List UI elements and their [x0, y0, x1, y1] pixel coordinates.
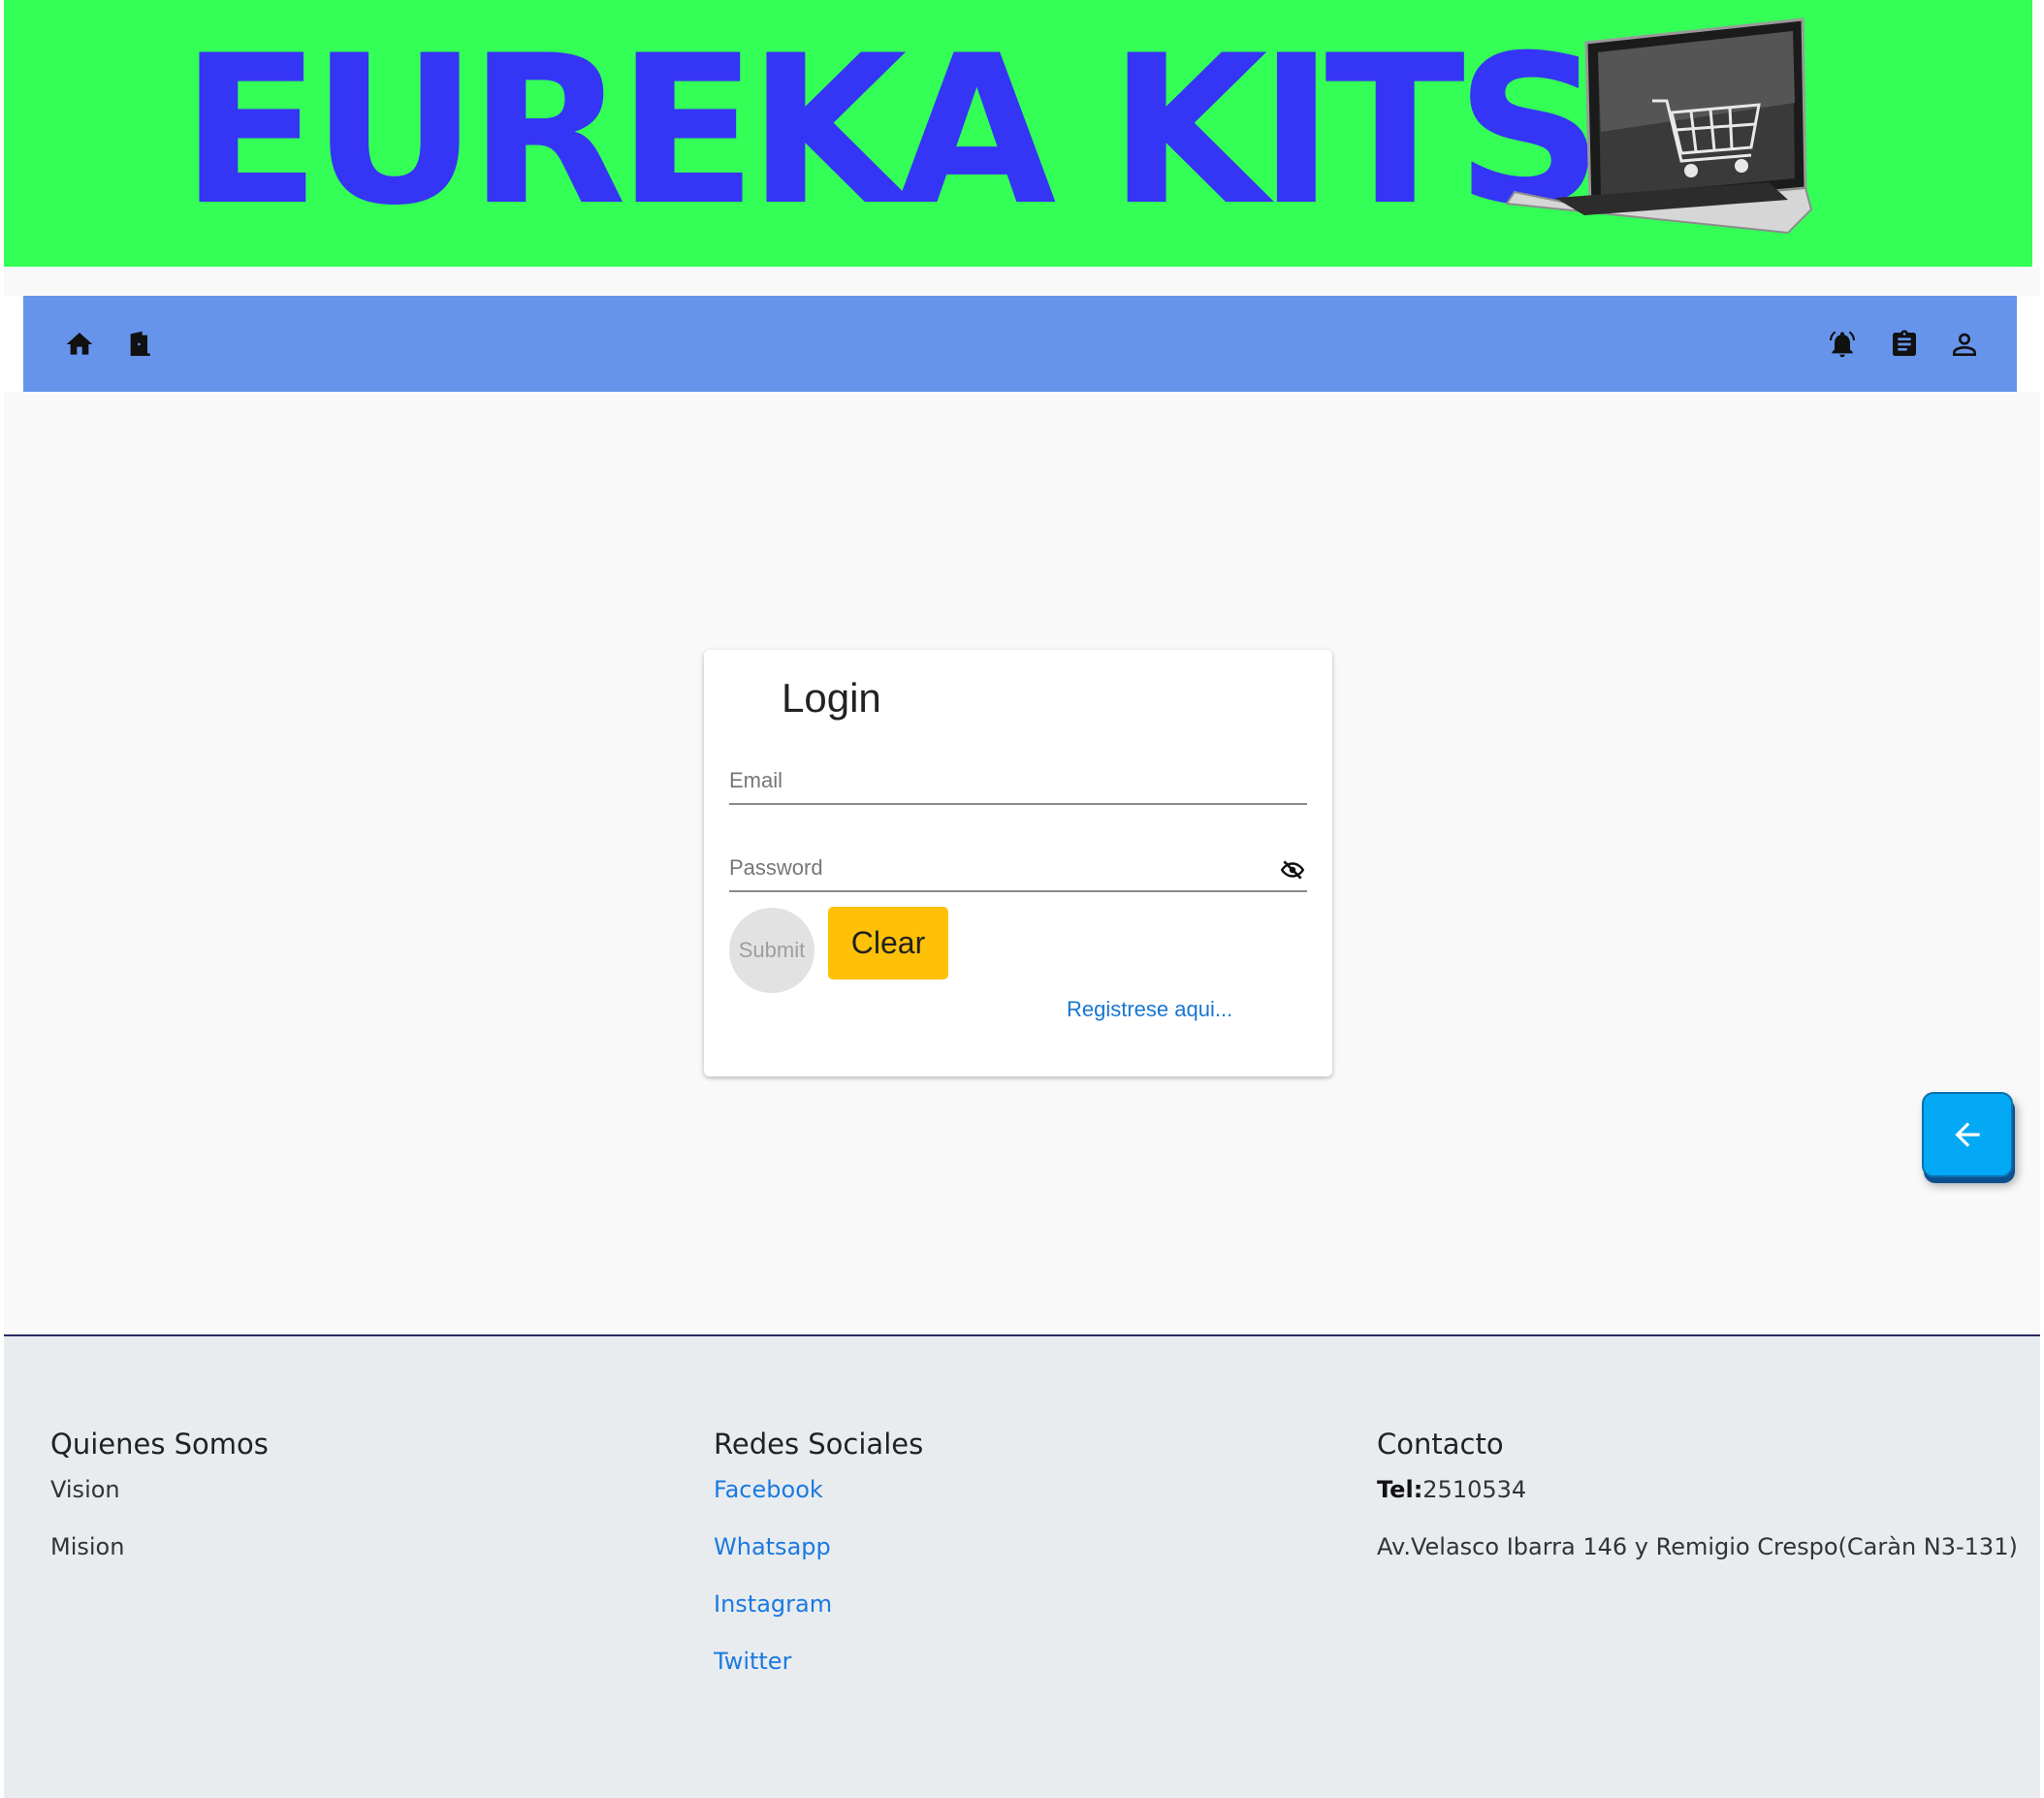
instagram-link[interactable]: Instagram [714, 1589, 923, 1646]
account-icon[interactable] [1947, 327, 1982, 362]
phone-number: 2510534 [1422, 1476, 1527, 1503]
contact-phone: Tel:2510534 [1377, 1474, 2018, 1531]
login-title: Login [782, 675, 881, 721]
twitter-link[interactable]: Twitter [714, 1646, 923, 1703]
back-button[interactable] [1922, 1092, 2013, 1177]
phone-label: Tel: [1377, 1476, 1423, 1503]
banner-spacer [4, 267, 2040, 296]
clear-button[interactable]: Clear [828, 907, 948, 979]
password-field[interactable] [729, 851, 1272, 884]
door-exit-icon[interactable] [122, 327, 157, 362]
footer-vision-item: Vision [50, 1476, 120, 1503]
password-field-container [729, 842, 1307, 892]
footer-social-column: Redes Sociales Facebook Whatsapp Instagr… [714, 1428, 923, 1703]
top-navbar [23, 296, 2017, 392]
whatsapp-link[interactable]: Whatsapp [714, 1531, 923, 1589]
login-card: Login Submit Clear Registrese aqui... [704, 650, 1332, 1076]
home-icon[interactable] [62, 327, 97, 362]
visibility-off-icon[interactable] [1280, 857, 1305, 883]
notification-bell-icon[interactable] [1825, 327, 1860, 362]
footer-about-column: Quienes Somos Vision Mision [50, 1428, 269, 1589]
brand-logo-text: EUREKA KITS [180, 11, 1604, 250]
footer-about-heading: Quienes Somos [50, 1428, 269, 1461]
header-banner: EUREKA KITS [4, 0, 2032, 267]
submit-button[interactable]: Submit [729, 908, 814, 993]
arrow-left-icon [1955, 1122, 1980, 1147]
footer-mission-item: Mision [50, 1533, 125, 1560]
contact-address: Av.Velasco Ibarra 146 y Remigio Crespo(C… [1377, 1533, 2018, 1560]
register-link[interactable]: Registrese aqui... [1067, 997, 1232, 1022]
footer-contact-column: Contacto Tel:2510534 Av.Velasco Ibarra 1… [1377, 1428, 2018, 1589]
clipboard-icon[interactable] [1887, 327, 1922, 362]
footer: Quienes Somos Vision Mision Redes Social… [4, 1336, 2040, 1798]
email-field-container [729, 755, 1307, 805]
main-content: Login Submit Clear Registrese aqui... [4, 392, 2040, 1334]
email-field[interactable] [729, 764, 1272, 797]
footer-contact-heading: Contacto [1377, 1428, 1504, 1461]
laptop-cart-image [1505, 17, 1813, 235]
facebook-link[interactable]: Facebook [714, 1474, 923, 1531]
footer-social-heading: Redes Sociales [714, 1428, 924, 1461]
